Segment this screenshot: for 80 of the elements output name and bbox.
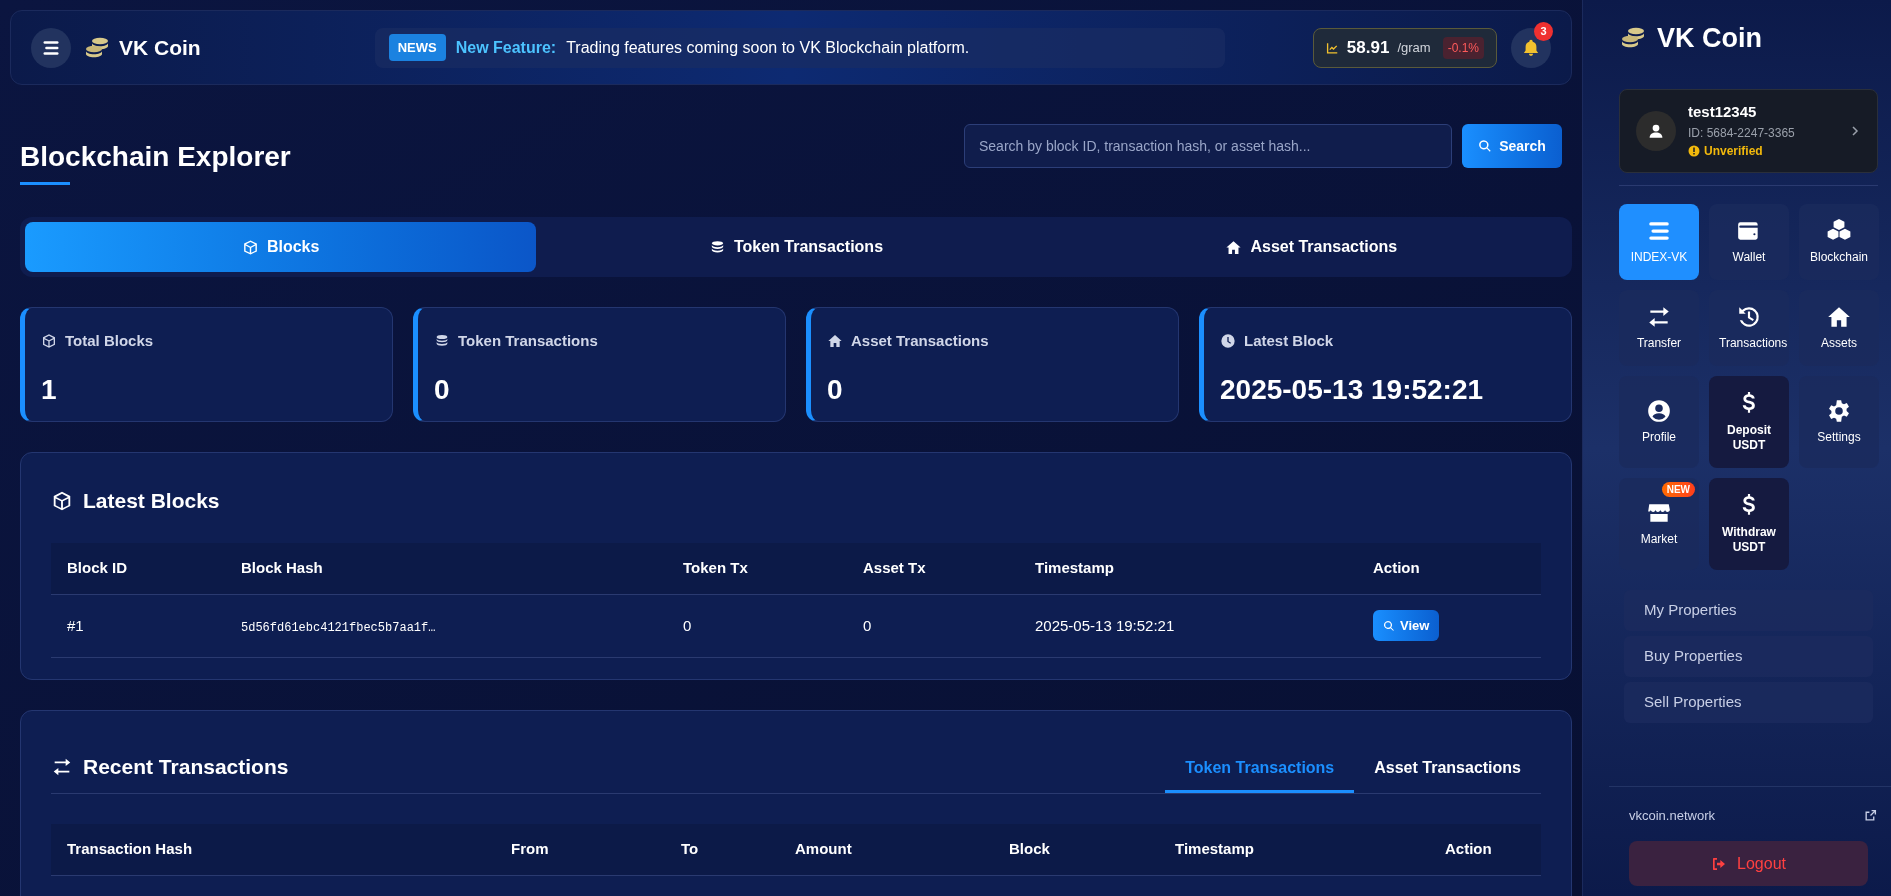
- history-icon: [1736, 304, 1762, 330]
- tab[interactable]: Blocks: [25, 222, 537, 272]
- news-text: Trading features coming soon to VK Blockchain platform.: [566, 37, 970, 58]
- username: test12345: [1688, 102, 1758, 123]
- tab[interactable]: Token Transactions: [1165, 755, 1355, 793]
- search-field[interactable]: Search by block ID, transaction hash, or asset hash...: [964, 124, 1452, 168]
- column-header: From: [511, 840, 549, 857]
- stat-value: 2025-05-13 19:52:21: [1220, 372, 1485, 407]
- column-header: Block: [1009, 840, 1050, 857]
- nav-tile[interactable]: Blockchain: [1799, 203, 1879, 280]
- column-header: Block Hash: [241, 559, 323, 576]
- settings-icon: [1826, 398, 1852, 424]
- coin-stack-icon: [83, 35, 111, 60]
- notification-count: 3: [1534, 21, 1553, 41]
- column-header: Token Tx: [683, 559, 748, 576]
- stat-value: 0: [434, 372, 451, 407]
- column-header: Transaction Hash: [67, 840, 193, 857]
- chevron-right-icon: [1849, 123, 1861, 138]
- stat-value: 1: [41, 372, 58, 407]
- search-icon: [1383, 619, 1395, 632]
- new-badge: NEW: [1661, 481, 1695, 497]
- section-title: Recent Transactions: [83, 754, 289, 780]
- search-button[interactable]: Search: [1462, 124, 1562, 168]
- column-header: Timestamp: [1035, 559, 1114, 576]
- news-label: New Feature:: [455, 37, 557, 58]
- tab[interactable]: Token Transactions: [540, 222, 1052, 272]
- nav-tile[interactable]: Withdraw USDT: [1709, 477, 1789, 570]
- news-badge: NEWS: [388, 33, 446, 62]
- tab[interactable]: Asset Transactions: [1354, 755, 1541, 793]
- column-header: Action: [1373, 559, 1420, 576]
- tab[interactable]: Asset Transactions: [1055, 222, 1567, 272]
- column-header: Block ID: [67, 559, 127, 576]
- user-card[interactable]: test12345 ID: 5684-2247-3365 Unverified: [1619, 88, 1878, 173]
- stat-value: 0: [827, 372, 844, 407]
- property-link[interactable]: Buy Properties: [1624, 635, 1873, 677]
- stat-label: Total Blocks: [65, 331, 154, 351]
- logout-button[interactable]: Logout: [1629, 841, 1868, 886]
- cube-icon: [51, 489, 73, 512]
- table-cell: 0: [863, 616, 872, 634]
- property-link[interactable]: Sell Properties: [1624, 681, 1873, 723]
- cube-icon: [241, 238, 259, 256]
- search-icon: [1478, 139, 1493, 153]
- table-cell: 0: [683, 616, 692, 634]
- nav-tile[interactable]: Profile: [1619, 375, 1699, 468]
- stat-label: Token Transactions: [458, 331, 598, 351]
- view-button[interactable]: View: [1373, 610, 1440, 641]
- price-change: -0.1%: [1442, 36, 1484, 59]
- cube-icon: [41, 333, 57, 350]
- price-unit: /gram: [1397, 38, 1431, 57]
- column-header: Asset Tx: [863, 559, 926, 576]
- nav-tile[interactable]: Settings: [1799, 375, 1879, 468]
- notification-button[interactable]: [1511, 27, 1551, 68]
- stat-label: Latest Block: [1244, 331, 1334, 351]
- user-id: ID: 5684-2247-3365: [1688, 124, 1796, 142]
- house-icon: [1225, 238, 1243, 256]
- logo-text: VK Coin: [1657, 22, 1762, 55]
- menu-button[interactable]: [31, 27, 71, 68]
- nav-tile[interactable]: Deposit USDT: [1709, 375, 1789, 468]
- swap-arrows-icon: [1646, 304, 1672, 330]
- bell-icon: [1521, 37, 1541, 58]
- verification-status: Unverified: [1704, 142, 1763, 160]
- table-cell: 2025-05-13 19:52:21: [1035, 616, 1175, 634]
- column-header: Action: [1445, 840, 1492, 857]
- table-cell: #1: [67, 616, 84, 634]
- price-value: 58.91: [1346, 36, 1390, 59]
- section-title: Latest Blocks: [83, 488, 220, 514]
- property-link[interactable]: My Properties: [1624, 589, 1873, 631]
- nav-tile[interactable]: Wallet: [1709, 203, 1789, 280]
- warning-icon: [1688, 144, 1700, 157]
- column-header: Timestamp: [1175, 840, 1254, 857]
- column-header: Amount: [795, 840, 852, 857]
- external-link-icon: [1864, 809, 1877, 823]
- page-title: Blockchain Explorer: [20, 140, 291, 174]
- logo-text: VK Coin: [119, 34, 201, 61]
- house-icon: [827, 333, 843, 350]
- column-header: To: [681, 840, 699, 857]
- table-cell: 5d56fd61ebc4121fbec5b7aa1f…: [241, 620, 436, 635]
- stat-label: Asset Transactions: [851, 331, 989, 351]
- website-link[interactable]: vkcoin.network: [1629, 806, 1715, 826]
- clock-icon: [1220, 333, 1236, 350]
